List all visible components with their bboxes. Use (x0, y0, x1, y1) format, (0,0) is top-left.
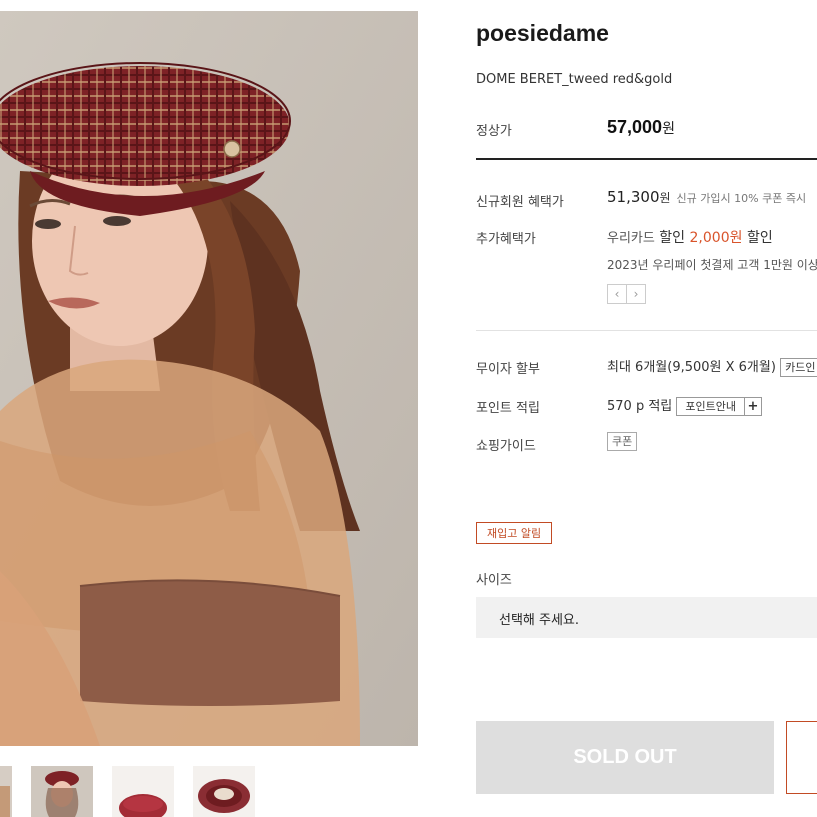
extra-benefit-label: 추가혜택가 (476, 232, 536, 247)
size-select[interactable]: 선택해 주세요. (476, 597, 817, 638)
discount-amount: 2,000원 (689, 230, 743, 246)
thumbnail-3[interactable] (112, 766, 174, 817)
sold-out-button[interactable]: SOLD OUT (476, 721, 774, 794)
installment-text: 최대 6개월(9,500원 X 6개월) (607, 360, 776, 375)
discount-word: 할인 (659, 230, 686, 246)
member-price-value: 51,300 (607, 188, 660, 206)
card-name: 우리카드 (607, 231, 655, 246)
regular-price-currency: 원 (662, 121, 675, 137)
extra-benefit-detail: 2023년 우리페이 첫결제 고객 1만원 이상 (607, 258, 817, 272)
regular-price-label: 정상가 (476, 124, 512, 139)
product-main-image (0, 11, 418, 746)
wishlist-button[interactable] (786, 721, 817, 794)
discount-word-2: 할인 (746, 230, 773, 246)
card-info-button[interactable]: 카드인 (780, 358, 817, 377)
thumbnail-strip (0, 766, 418, 817)
chevron-left-icon[interactable]: ‹ (607, 284, 627, 304)
installment-label: 무이자 할부 (476, 362, 540, 377)
member-price-currency: 원 (659, 191, 671, 205)
points-text: 570 p 적립 (607, 399, 673, 414)
member-price: 51,300원 신규 가입시 10% 쿠폰 즉시 (607, 188, 806, 206)
brand-name: poesiedame (476, 20, 609, 46)
points-value: 570 p 적립 포인트안내 + (607, 395, 762, 416)
member-price-label: 신규회원 혜택가 (476, 195, 564, 210)
installment-value: 최대 6개월(9,500원 X 6개월) 카드인 (607, 356, 817, 377)
coupon-button[interactable]: 쿠폰 (607, 432, 638, 451)
price-divider (476, 158, 817, 160)
extra-benefit-value: 우리카드 할인 2,000원 할인 (607, 227, 773, 247)
points-info-button[interactable]: 포인트안내 (676, 397, 745, 416)
product-name: DOME BERET_tweed red&gold (476, 72, 673, 87)
benefit-pager: ‹ › (607, 284, 646, 304)
size-label: 사이즈 (476, 573, 512, 588)
points-label: 포인트 적립 (476, 401, 540, 416)
regular-price-value: 57,000 (607, 117, 663, 137)
chevron-right-icon[interactable]: › (626, 284, 646, 304)
thumbnail-4[interactable] (193, 766, 255, 817)
thumbnail-2[interactable] (31, 766, 93, 817)
shopping-guide-value: 쿠폰 (607, 432, 638, 451)
restock-alert-button[interactable]: 재입고 알림 (476, 522, 553, 544)
member-price-note: 신규 가입시 10% 쿠폰 즉시 (676, 192, 807, 205)
section-divider (476, 330, 817, 331)
thumbnail-1[interactable] (0, 766, 12, 817)
shopping-guide-label: 쇼핑가이드 (476, 439, 536, 454)
plus-icon[interactable]: + (744, 397, 762, 416)
regular-price: 57,000원 (607, 117, 675, 138)
